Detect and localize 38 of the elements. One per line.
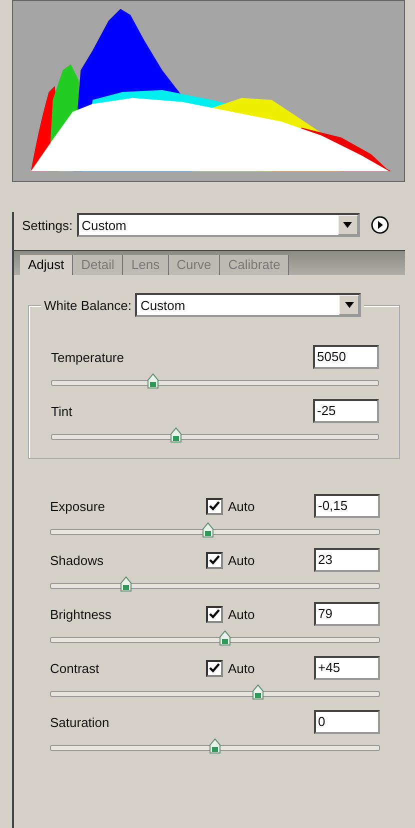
slider-thumb[interactable] bbox=[147, 373, 160, 389]
value-field[interactable]: 5050 bbox=[313, 345, 379, 369]
settings-label: Settings: bbox=[22, 218, 73, 232]
slider-label: Saturation bbox=[50, 714, 110, 730]
slider-thumb[interactable] bbox=[202, 522, 214, 538]
slider-thumb[interactable] bbox=[120, 576, 132, 592]
value-field[interactable]: 79 bbox=[314, 602, 380, 626]
caret-icon bbox=[344, 302, 354, 308]
slider-label: Brightness bbox=[50, 606, 112, 622]
slider-label: Temperature bbox=[51, 350, 125, 364]
slider-label: Exposure bbox=[50, 498, 106, 514]
auto-checkbox[interactable] bbox=[206, 552, 223, 568]
caret-icon bbox=[343, 222, 352, 228]
dropdown-button[interactable] bbox=[338, 215, 358, 235]
auto-checkbox[interactable] bbox=[206, 498, 223, 514]
value-field[interactable]: -0,15 bbox=[314, 494, 380, 518]
slider-label: Shadows bbox=[50, 552, 104, 568]
dropdown-button[interactable] bbox=[339, 295, 360, 315]
auto-label: Auto bbox=[228, 606, 255, 622]
slider-thumb[interactable] bbox=[218, 630, 231, 646]
value-field[interactable]: 0 bbox=[314, 710, 380, 734]
slider-thumb[interactable] bbox=[252, 684, 264, 700]
value-field[interactable]: +45 bbox=[314, 656, 380, 680]
slider-thumb[interactable] bbox=[170, 427, 182, 443]
balance-label: White Balance: bbox=[44, 298, 132, 312]
auto-label: Auto bbox=[228, 660, 255, 676]
auto-label: Auto bbox=[228, 498, 255, 514]
slider-label: Contrast bbox=[50, 660, 100, 676]
slider-label: Tint bbox=[51, 404, 74, 418]
auto-checkbox[interactable] bbox=[206, 660, 223, 676]
balance-dropdown[interactable]: Custom bbox=[135, 293, 362, 317]
tab[interactable]: Adjust bbox=[20, 255, 74, 275]
auto-checkbox[interactable] bbox=[206, 606, 223, 622]
settings-dropdown[interactable]: Custom bbox=[76, 213, 360, 237]
slider-thumb[interactable] bbox=[209, 738, 221, 754]
value-field[interactable]: -25 bbox=[313, 399, 379, 423]
value-field[interactable]: 23 bbox=[314, 548, 380, 572]
auto-label: Auto bbox=[228, 552, 255, 568]
